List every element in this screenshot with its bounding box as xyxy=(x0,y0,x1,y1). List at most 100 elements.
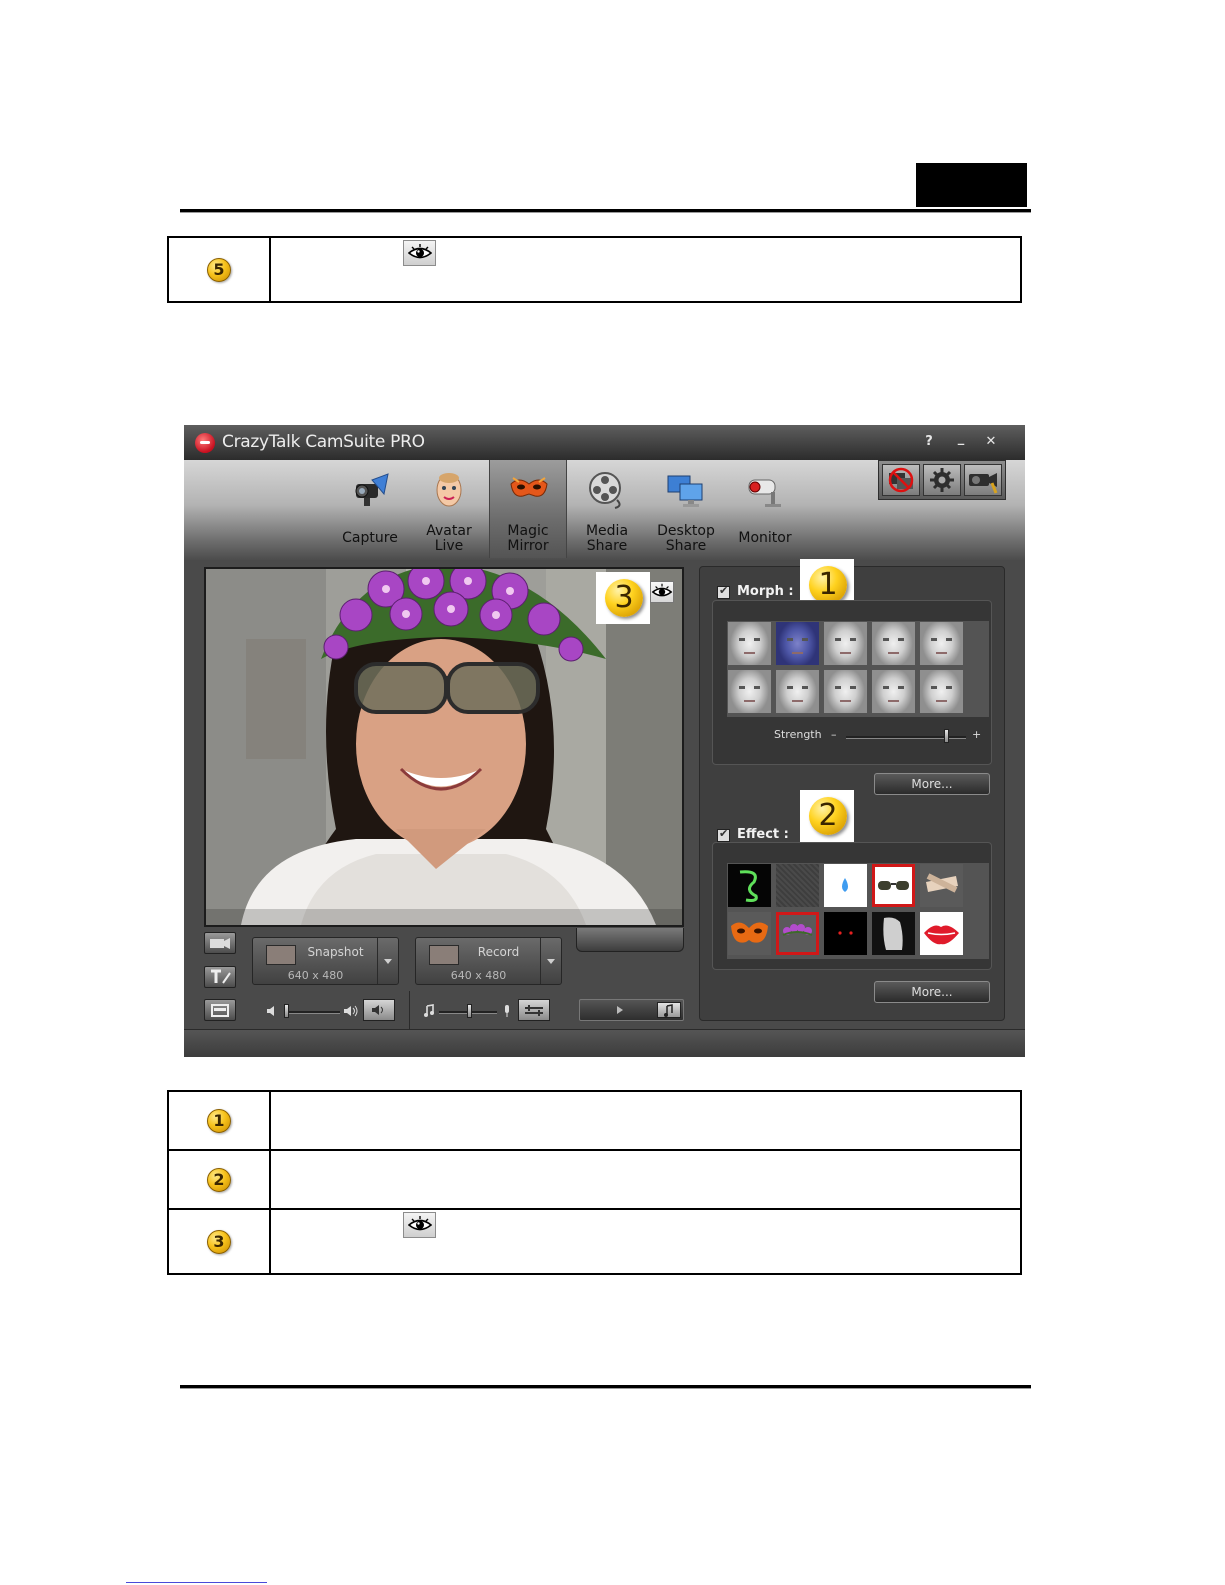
speaker-high-icon xyxy=(344,1005,358,1017)
effect-tile-ghost[interactable] xyxy=(872,912,915,955)
nav-monitor[interactable]: Monitor xyxy=(726,460,804,558)
morph-more-button[interactable]: More... xyxy=(874,773,990,795)
snapshot-label: Snapshot xyxy=(307,945,364,959)
callout-badge: 3 xyxy=(207,1229,231,1254)
camera-icon xyxy=(355,473,389,506)
nav-label: Capture xyxy=(342,530,398,546)
help-button[interactable]: ? xyxy=(921,434,937,449)
snapshot-dropdown-chevron-icon[interactable] xyxy=(377,938,398,984)
effect-label: Effect : xyxy=(737,827,789,842)
snapshot-button[interactable]: Snapshot 640 x 480 xyxy=(252,937,399,985)
gear-icon xyxy=(930,468,954,492)
effect-tile-noise[interactable] xyxy=(776,864,819,907)
camera-preview: 3 xyxy=(204,567,684,927)
window-icon xyxy=(211,1004,229,1017)
module-nav: Capture Avatar Live Magic Mirror Media S… xyxy=(184,460,1025,560)
effect-tile-flower-crown[interactable] xyxy=(776,912,819,955)
effect-tile-lips[interactable] xyxy=(920,912,963,955)
nav-desktop-share[interactable]: Desktop Share xyxy=(647,460,725,558)
effect-tile-swirl[interactable] xyxy=(728,864,771,907)
strength-plus-label: + xyxy=(972,728,982,741)
morph-tile[interactable] xyxy=(872,670,915,713)
morph-group: Strength – + xyxy=(712,600,992,765)
baby-face-icon xyxy=(436,473,462,507)
volume-slider-knob[interactable] xyxy=(284,1004,289,1018)
effect-checkbox[interactable] xyxy=(717,827,730,842)
nav-media-share[interactable]: Media Share xyxy=(568,460,646,558)
film-reel-icon xyxy=(589,472,621,509)
nav-magic-mirror[interactable]: Magic Mirror xyxy=(489,460,567,558)
eye-icon xyxy=(403,1212,436,1238)
morph-tile[interactable] xyxy=(728,670,771,713)
strength-slider-knob[interactable] xyxy=(943,729,949,743)
morph-tile[interactable] xyxy=(920,670,963,713)
playback-bar[interactable] xyxy=(579,999,684,1021)
nav-label: Monitor xyxy=(738,530,792,546)
volume-track xyxy=(284,1011,340,1014)
camera-settings-button[interactable] xyxy=(964,464,1002,496)
morph-tile[interactable] xyxy=(776,622,819,665)
snapshot-thumbnail xyxy=(266,945,296,965)
eye-icon xyxy=(651,583,673,597)
security-camera-icon xyxy=(748,479,781,507)
eye-icon xyxy=(403,240,436,266)
morph-tile[interactable] xyxy=(920,622,963,665)
mixer-icon xyxy=(525,1005,543,1016)
effect-tile-mask[interactable] xyxy=(728,912,771,955)
nav-label: Magic Mirror xyxy=(507,523,549,554)
effect-tile-glasses[interactable] xyxy=(872,864,915,907)
morph-tile[interactable] xyxy=(824,622,867,665)
nav-avatar-live[interactable]: Avatar Live xyxy=(410,460,488,558)
record-label: Record xyxy=(477,945,520,959)
close-button[interactable]: ✕ xyxy=(983,434,999,449)
effect-tile-red-eyes[interactable] xyxy=(824,912,867,955)
speaker-icon xyxy=(372,1005,383,1015)
music-note-icon xyxy=(664,1004,673,1017)
microphone-icon xyxy=(505,1005,509,1017)
morph-tile[interactable] xyxy=(728,622,771,665)
record-dropdown-chevron-icon[interactable] xyxy=(540,938,561,984)
monitors-icon xyxy=(667,475,703,507)
record-button[interactable]: Record 640 x 480 xyxy=(415,937,562,985)
strength-minus-label: – xyxy=(831,728,837,741)
preview-eye-button[interactable] xyxy=(650,581,674,603)
mic-slider-knob[interactable] xyxy=(467,1004,472,1018)
morph-tile[interactable] xyxy=(776,670,819,713)
play-icon xyxy=(617,1006,623,1014)
camsuite-window: CrazyTalk CamSuite PRO ? _ ✕ Capture Ava… xyxy=(184,425,1025,1057)
nav-label: Media Share xyxy=(585,523,629,554)
morph-tile[interactable] xyxy=(824,670,867,713)
callout-table-top: 5 xyxy=(167,236,1022,303)
app-title: CrazyTalk CamSuite PRO xyxy=(222,432,425,452)
nav-label: Desktop Share xyxy=(657,523,715,554)
morph-checkbox[interactable] xyxy=(717,584,730,599)
settings-button[interactable] xyxy=(923,464,961,496)
header-rule xyxy=(180,209,1031,213)
lips-logo-icon xyxy=(195,433,215,453)
minimize-button[interactable]: _ xyxy=(953,431,969,446)
music-button[interactable] xyxy=(657,1002,681,1018)
mixer-toggle-button[interactable] xyxy=(518,999,550,1021)
text-tool-button[interactable] xyxy=(204,966,236,988)
speaker-toggle-button[interactable] xyxy=(363,999,395,1021)
record-thumbnail xyxy=(429,945,459,965)
strength-label: Strength xyxy=(774,728,822,741)
divider xyxy=(409,991,410,1029)
callout-table-bottom: 1 2 3 xyxy=(167,1090,1022,1275)
effect-tile-drop[interactable] xyxy=(824,864,867,907)
morph-label: Morph : xyxy=(737,584,794,599)
camera-mode-button[interactable] xyxy=(204,932,236,954)
status-bar xyxy=(184,1029,1025,1057)
screen-tool-button[interactable] xyxy=(204,999,236,1021)
callout-badge: 1 xyxy=(207,1108,231,1133)
snapshot-resolution: 640 x 480 xyxy=(287,969,344,982)
effects-panel: Morph : 1 Strength – + More... xyxy=(699,559,1005,1021)
camera-wrench-icon xyxy=(969,473,998,494)
morph-tile[interactable] xyxy=(872,622,915,665)
nav-capture[interactable]: Capture xyxy=(331,460,409,558)
effect-more-button[interactable]: More... xyxy=(874,981,990,1003)
preview-tab xyxy=(576,928,684,952)
speaker-low-icon xyxy=(267,1006,274,1016)
effect-tile-bandage[interactable] xyxy=(920,864,963,907)
disable-sharing-button[interactable] xyxy=(882,464,920,496)
